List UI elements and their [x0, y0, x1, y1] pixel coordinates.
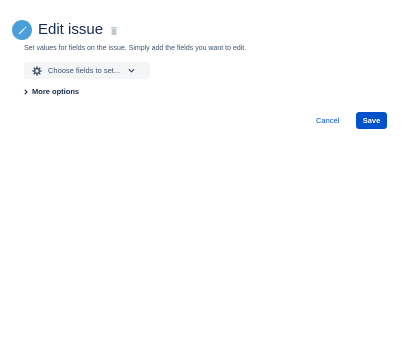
pencil-icon	[12, 20, 32, 40]
gear-icon	[32, 65, 42, 76]
chevron-down-icon	[128, 68, 135, 73]
trash-icon[interactable]	[111, 27, 118, 35]
chevron-right-icon	[24, 88, 28, 95]
choose-fields-button[interactable]: Choose fields to set...	[24, 62, 150, 79]
dialog-description: Set values for fields on the issue. Simp…	[24, 45, 247, 52]
dialog-header: Edit issue	[12, 20, 118, 40]
choose-fields-label: Choose fields to set...	[48, 66, 121, 75]
save-button[interactable]: Save	[356, 112, 387, 129]
page-title: Edit issue	[38, 21, 104, 38]
more-options-toggle[interactable]: More options	[24, 87, 79, 96]
cancel-button[interactable]: Cancel	[316, 113, 339, 128]
more-options-label: More options	[32, 87, 80, 96]
